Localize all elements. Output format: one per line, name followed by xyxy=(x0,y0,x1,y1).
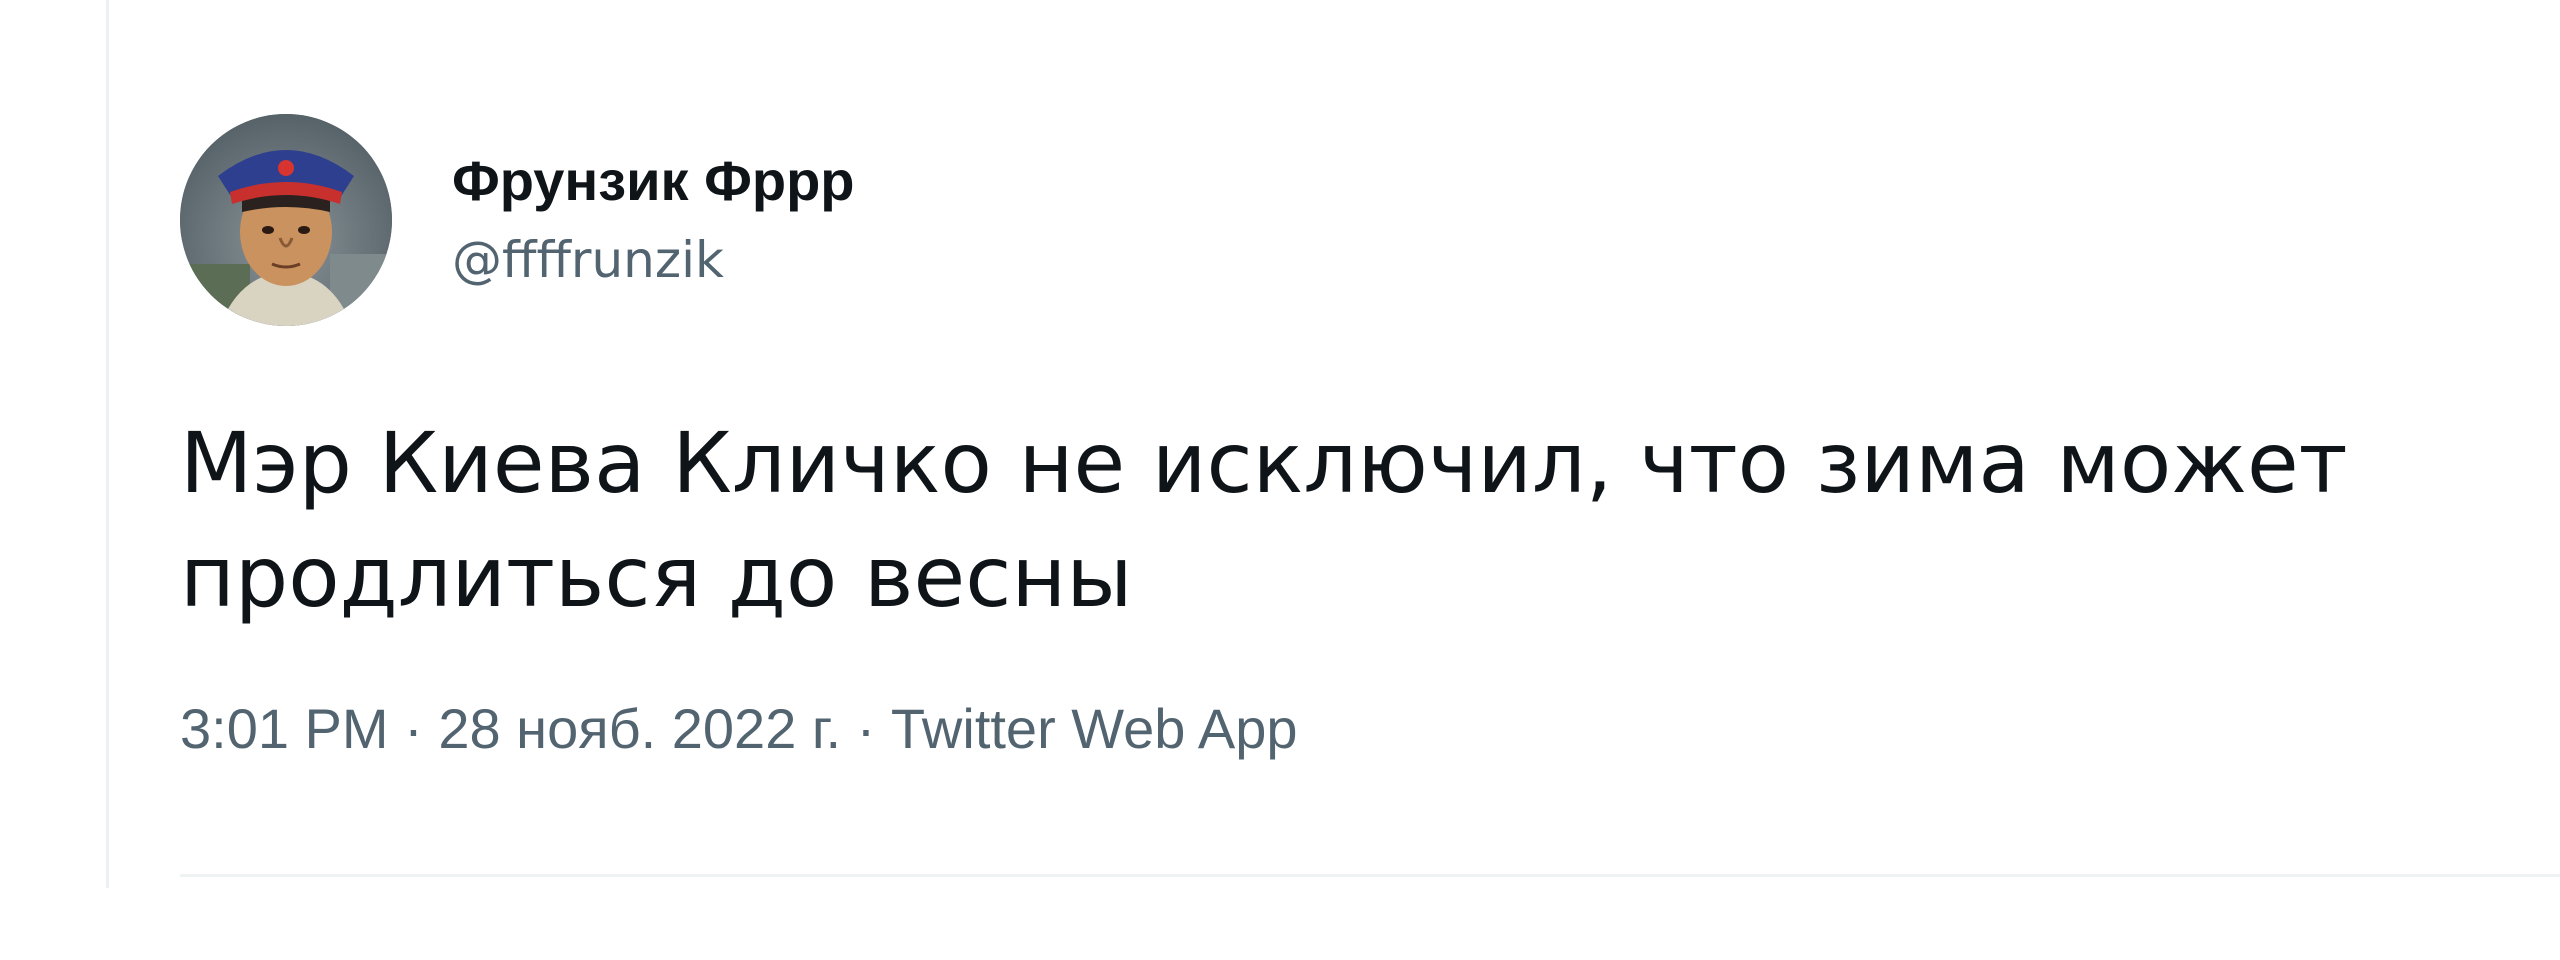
tweet: Фрунзик Фррр @ffffrunzik Мэр Киева Кличк… xyxy=(180,112,2480,761)
timeline-border xyxy=(106,0,109,888)
avatar-image xyxy=(180,114,392,326)
tweet-page: Фрунзик Фррр @ffffrunzik Мэр Киева Кличк… xyxy=(0,0,2560,960)
author-names: Фрунзик Фррр @ffffrunzik xyxy=(452,150,855,290)
tweet-meta: 3:01 PM · 28 нояб. 2022 г. · Twitter Web… xyxy=(180,696,2480,761)
author-handle[interactable]: @ffffrunzik xyxy=(452,230,855,290)
avatar[interactable] xyxy=(180,114,392,326)
meta-separator: · xyxy=(841,697,891,761)
tweet-date[interactable]: 28 нояб. 2022 г. xyxy=(438,697,841,760)
meta-separator: · xyxy=(388,697,439,761)
tweet-time[interactable]: 3:01 PM xyxy=(180,697,389,760)
tweet-text: Мэр Киева Кличко не исключил, что зима м… xyxy=(180,414,2348,627)
tweet-divider xyxy=(180,874,2560,877)
tweet-source[interactable]: Twitter Web App xyxy=(891,697,1298,760)
author-display-name[interactable]: Фрунзик Фррр xyxy=(452,150,855,212)
tweet-header: Фрунзик Фррр @ffffrunzik xyxy=(180,112,2480,328)
